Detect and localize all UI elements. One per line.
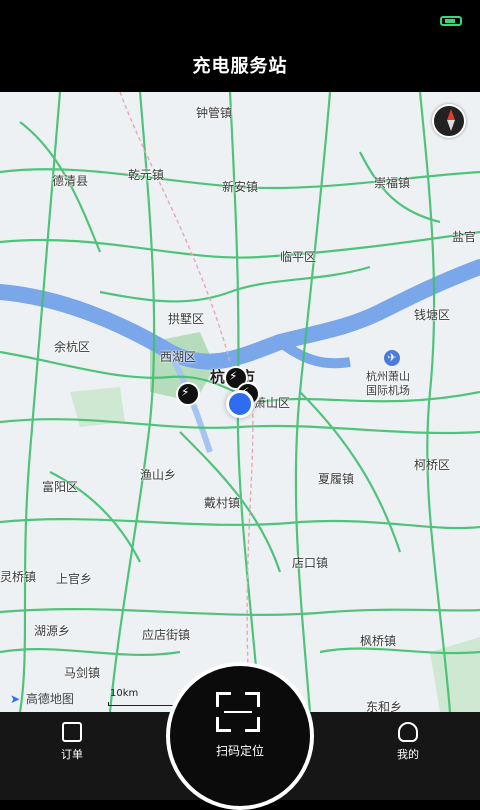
- navigation-arrow-icon: ➤: [10, 692, 21, 706]
- map-label: 国际机场: [366, 384, 410, 397]
- scan-locate-label: 扫码定位: [215, 744, 264, 758]
- map-label: 盐官: [452, 230, 477, 244]
- map-label: 拱墅区: [168, 312, 205, 326]
- map-label: 应店街镇: [142, 628, 191, 642]
- map-logo-text: 高德地图: [25, 692, 74, 706]
- tab-orders[interactable]: 订单: [42, 722, 102, 762]
- map-label: 灵桥镇: [0, 570, 37, 584]
- page-title: 充电服务站: [192, 56, 288, 77]
- current-location-icon: [226, 390, 254, 418]
- map-label: 钱塘区: [414, 308, 451, 322]
- scan-button-container: 扫码定位: [166, 662, 314, 810]
- map-label: 枫桥镇: [360, 634, 397, 648]
- map-label: 店口镇: [292, 556, 329, 570]
- airport-icon: ✈: [384, 350, 400, 366]
- map-label: 渔山乡: [140, 468, 177, 482]
- charging-station-marker[interactable]: [176, 382, 200, 406]
- tab-mine-label: 我的: [397, 748, 419, 761]
- map-label: 余杭区: [54, 340, 91, 354]
- map-label: 夏履镇: [318, 472, 355, 486]
- map-label: 崇福镇: [374, 176, 411, 190]
- map-label: 湖源乡: [34, 624, 71, 638]
- map-label: 西湖区: [160, 350, 197, 364]
- map-label: 新安镇: [222, 180, 259, 194]
- tab-mine[interactable]: 我的: [378, 722, 438, 762]
- battery-icon: [440, 16, 462, 26]
- map-label: 乾元镇: [128, 168, 165, 182]
- scan-icon: [216, 692, 260, 732]
- map-label: 戴村镇: [204, 496, 241, 510]
- scale-bar: [108, 702, 180, 706]
- user-icon: [398, 722, 418, 742]
- map-label: 上官乡: [56, 572, 93, 586]
- tab-orders-label: 订单: [61, 748, 83, 761]
- compass-icon[interactable]: [432, 104, 466, 138]
- status-bar: [0, 0, 480, 40]
- map-label: 临平区: [280, 250, 317, 264]
- map-logo: ➤ 高德地图: [10, 690, 74, 707]
- scan-locate-button[interactable]: 扫码定位: [204, 686, 276, 758]
- map-label: 柯桥区: [414, 458, 451, 472]
- map-label: 马剑镇: [64, 666, 101, 680]
- header: 充电服务站: [0, 40, 480, 92]
- scale-label: 10km: [110, 688, 139, 699]
- map-label: 富阳区: [42, 480, 79, 494]
- map-label: 钟管镇: [196, 106, 233, 120]
- map-view[interactable]: 钟管镇 德清县 乾元镇 新安镇 崇福镇 盐官 临平区 拱墅区 钱塘区 余杭区 西…: [0, 92, 480, 712]
- order-list-icon: [62, 722, 82, 742]
- map-label: 东和乡: [366, 700, 403, 712]
- map-label: 德清县: [52, 174, 89, 188]
